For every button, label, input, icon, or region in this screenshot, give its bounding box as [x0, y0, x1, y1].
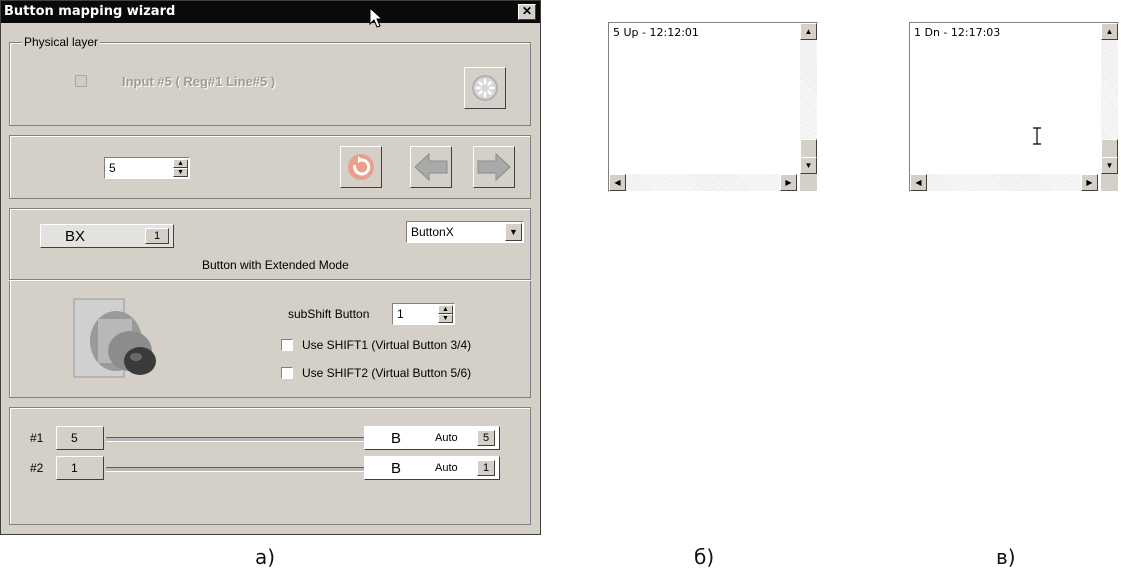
bx-label: BX: [65, 228, 86, 245]
subshift-spinbox[interactable]: 1 ▲ ▼: [392, 303, 455, 325]
spinbox-value: 5: [109, 161, 116, 175]
vertical-scrollbar[interactable]: ▲ ▼: [1101, 23, 1118, 174]
mapping-mode-value: 5: [477, 430, 495, 446]
subshift-arrows[interactable]: ▲ ▼: [438, 305, 453, 323]
mapping-connector: [106, 467, 364, 472]
shift2-label: Use SHIFT2 (Virtual Button 5/6): [302, 366, 472, 380]
type-select-value: ButtonX: [411, 225, 454, 239]
reset-loader-icon: [472, 75, 498, 101]
shift1-label: Use SHIFT1 (Virtual Button 3/4): [302, 338, 472, 352]
scroll-down-button[interactable]: ▼: [800, 157, 817, 174]
mappings-group: #1 5 B Auto 5 #2 1 B Auto 1: [9, 407, 531, 525]
push-button-image: [73, 298, 156, 378]
mapping-value-button[interactable]: 5: [56, 426, 104, 450]
shift1-checkbox[interactable]: [281, 339, 293, 351]
mapping-connector: [106, 437, 364, 442]
next-button[interactable]: [473, 146, 515, 188]
mapping-target: B: [391, 460, 402, 477]
divider: [9, 279, 531, 281]
shift2-checkbox[interactable]: [281, 367, 293, 379]
button-config-group: BX 1 ButtonX ▼ Button with Extended Mode…: [9, 208, 531, 398]
subshift-down-button[interactable]: ▼: [438, 314, 453, 323]
subshift-label: subShift Button: [288, 307, 370, 321]
subshift-value: 1: [397, 307, 404, 321]
mapping-target-button[interactable]: B Auto 1: [364, 456, 500, 480]
horizontal-scrollbar[interactable]: ◀ ▶: [609, 174, 797, 191]
scroll-thumb[interactable]: [1101, 139, 1118, 159]
spin-up-button[interactable]: ▲: [173, 159, 188, 168]
event-log-c[interactable]: 1 Dn - 12:17:03 ▲ ▼ ◀ ▶: [909, 22, 1119, 192]
refresh-button[interactable]: [340, 146, 382, 188]
chevron-down-icon[interactable]: ▼: [505, 223, 522, 241]
caption-c: в): [996, 545, 1016, 569]
scroll-right-button[interactable]: ▶: [1081, 174, 1098, 191]
scroll-corner: [1101, 174, 1118, 191]
horizontal-scrollbar[interactable]: ◀ ▶: [910, 174, 1098, 191]
bx-badge: 1: [145, 228, 169, 244]
bx-button[interactable]: BX 1: [40, 224, 174, 248]
mapping-value: 1: [71, 461, 78, 475]
spinbox-arrows[interactable]: ▲ ▼: [173, 159, 188, 177]
scroll-thumb[interactable]: [800, 139, 817, 159]
spin-down-button[interactable]: ▼: [173, 168, 188, 177]
event-log-b[interactable]: 5 Up - 12:12:01 ▲ ▼ ◀ ▶: [608, 22, 818, 192]
mapping-mode: Auto: [435, 462, 458, 474]
mapping-index: #2: [30, 461, 44, 475]
caption-b: б): [694, 545, 715, 569]
scroll-corner: [800, 174, 817, 191]
scroll-left-button[interactable]: ◀: [609, 174, 626, 191]
mapping-target: B: [391, 430, 402, 447]
navigator-group: 5 ▲ ▼: [9, 135, 531, 199]
mapping-mode-value: 1: [477, 460, 495, 476]
i-beam-icon: [1033, 127, 1041, 145]
scroll-up-button[interactable]: ▲: [1101, 23, 1118, 40]
close-button[interactable]: ✕: [518, 4, 536, 20]
arrow-cursor-icon: [369, 7, 384, 28]
vertical-scrollbar[interactable]: ▲ ▼: [800, 23, 817, 174]
title-bar[interactable]: Button mapping wizard ✕: [1, 1, 540, 23]
scroll-up-button[interactable]: ▲: [800, 23, 817, 40]
reset-button[interactable]: [464, 67, 506, 109]
log-line: 1 Dn - 12:17:03: [914, 26, 1001, 39]
refresh-icon: [348, 154, 374, 180]
input-state-indicator: [75, 75, 87, 87]
button-description: Button with Extended Mode: [202, 258, 349, 272]
mapping-value: 5: [71, 431, 78, 445]
mapping-target-button[interactable]: B Auto 5: [364, 426, 500, 450]
arrow-right-icon: [477, 152, 511, 182]
log-line: 5 Up - 12:12:01: [613, 26, 699, 39]
previous-button[interactable]: [410, 146, 452, 188]
mapping-value-button[interactable]: 1: [56, 456, 104, 480]
physical-layer-label: Physical layer: [22, 35, 101, 49]
scroll-down-button[interactable]: ▼: [1101, 157, 1118, 174]
type-select[interactable]: ButtonX ▼: [406, 221, 524, 243]
mapping-mode: Auto: [435, 432, 458, 444]
physical-layer-group: Physical layer Input #5 ( Reg#1 Line#5 ): [9, 35, 531, 126]
button-mapping-window: Button mapping wizard ✕ Physical layer I…: [0, 0, 541, 535]
number-spinbox[interactable]: 5 ▲ ▼: [104, 157, 190, 179]
caption-a: а): [255, 545, 276, 569]
scroll-right-button[interactable]: ▶: [780, 174, 797, 191]
subshift-up-button[interactable]: ▲: [438, 305, 453, 314]
window-title: Button mapping wizard: [4, 4, 176, 19]
scroll-left-button[interactable]: ◀: [910, 174, 927, 191]
arrow-left-icon: [414, 152, 448, 182]
input-description: Input #5 ( Reg#1 Line#5 ): [122, 74, 276, 89]
mapping-index: #1: [30, 431, 44, 445]
